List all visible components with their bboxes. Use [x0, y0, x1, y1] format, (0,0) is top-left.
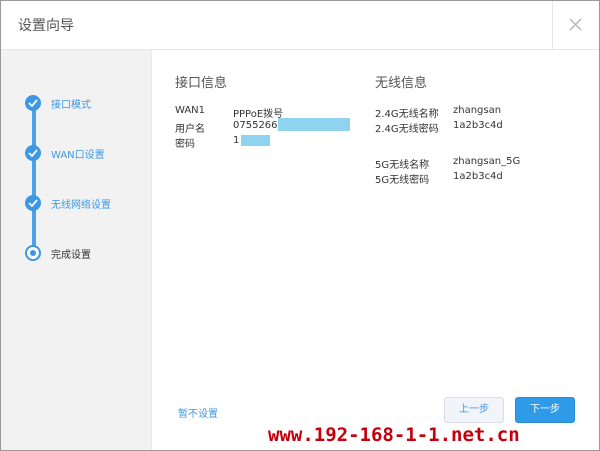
step-label: 完成设置 — [51, 250, 91, 261]
check-icon — [25, 95, 41, 111]
dialog-titlebar: 设置向导 — [1, 1, 599, 50]
current-step-icon — [25, 245, 41, 261]
username-value: 0755266 — [233, 120, 278, 131]
setup-wizard-dialog: 设置向导 接口模式 WAN口设置 无线网络设置 完成设置 接口信息 WAN1 P… — [0, 0, 600, 451]
close-button[interactable] — [552, 1, 599, 49]
step-label: WAN口设置 — [51, 150, 105, 161]
step-label: 无线网络设置 — [51, 200, 111, 211]
check-icon — [25, 145, 41, 161]
ssid-5g-value: zhangsan_5G — [453, 156, 521, 167]
password-5g-value: 1a2b3c4d — [453, 171, 503, 182]
password-24g-value: 1a2b3c4d — [453, 120, 503, 131]
username-label: 用户名 — [175, 124, 205, 135]
check-icon — [25, 195, 41, 211]
password-value: 1 — [233, 135, 240, 146]
wan1-label: WAN1 — [175, 105, 206, 116]
skip-setup-link[interactable]: 暂不设置 — [178, 405, 218, 420]
site-watermark: www.192-168-1-1.net.cn — [268, 424, 520, 446]
password-label: 密码 — [175, 139, 195, 150]
ssid-5g-label: 5G无线名称 — [375, 160, 430, 171]
close-icon — [569, 18, 582, 31]
wan1-value: PPPoE拨号 — [233, 109, 284, 120]
password-24g-label: 2.4G无线密码 — [375, 124, 439, 135]
ssid-24g-label: 2.4G无线名称 — [375, 109, 439, 120]
interface-info-title: 接口信息 — [175, 76, 228, 91]
ssid-24g-value: zhangsan — [453, 105, 502, 116]
wireless-info-title: 无线信息 — [375, 76, 428, 91]
next-step-button[interactable]: 下一步 — [515, 397, 575, 423]
redaction-mask — [241, 135, 270, 146]
step-label: 接口模式 — [51, 100, 91, 111]
password-5g-label: 5G无线密码 — [375, 175, 430, 186]
redaction-mask — [278, 118, 350, 131]
dialog-title: 设置向导 — [18, 18, 74, 34]
previous-step-button[interactable]: 上一步 — [444, 397, 504, 423]
progress-track — [32, 102, 36, 254]
wizard-steps-sidebar: 接口模式 WAN口设置 无线网络设置 完成设置 — [1, 50, 152, 450]
